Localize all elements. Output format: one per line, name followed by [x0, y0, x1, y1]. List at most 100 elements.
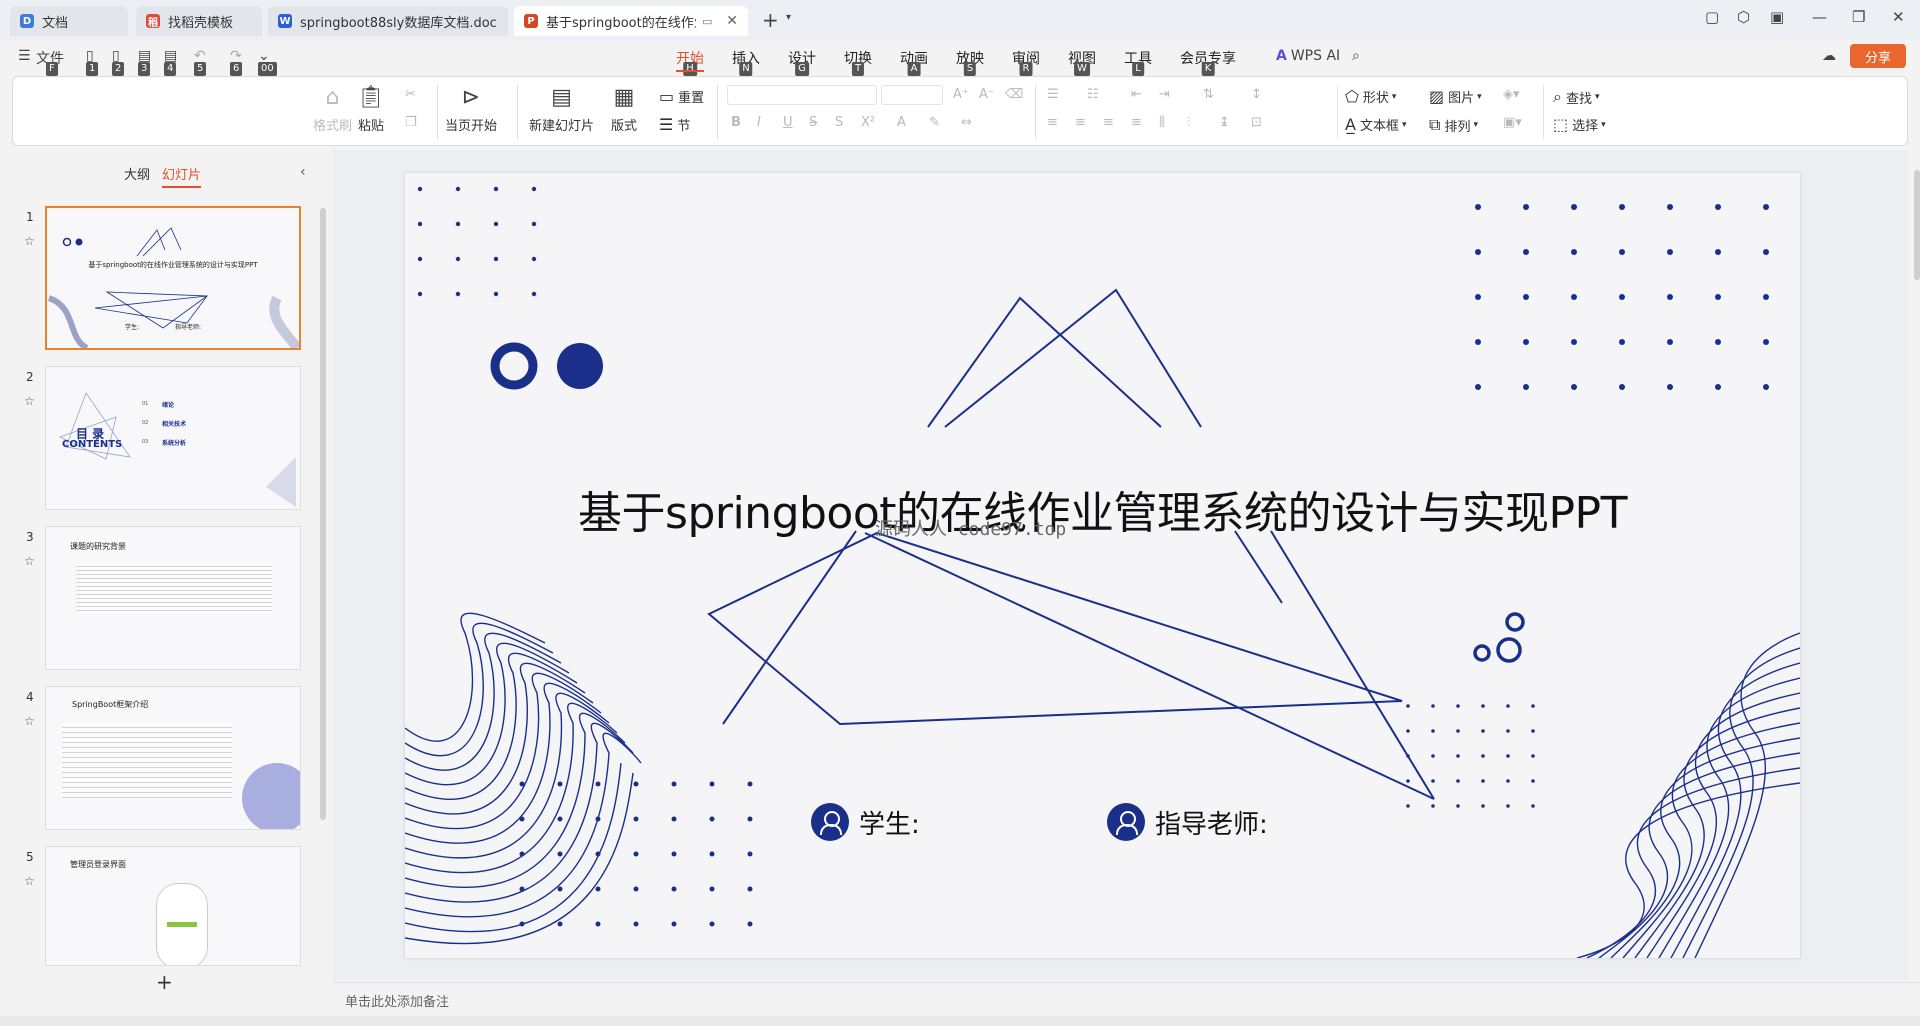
file-menu[interactable]: 文件 F	[36, 48, 64, 76]
notes-pane[interactable]: 单击此处添加备注	[333, 982, 1920, 1016]
clear-format-icon[interactable]: ⌫	[1005, 87, 1023, 102]
copy-icon[interactable]: ❐	[405, 115, 417, 130]
export-pdf-icon[interactable]: ▯ 2	[112, 48, 125, 76]
chevron-down-icon[interactable]: ▾	[786, 12, 791, 23]
tab-transition[interactable]: 切换 T	[844, 48, 872, 76]
tab-outline[interactable]: 大纲	[124, 164, 150, 183]
close-tab-icon[interactable]: ✕	[726, 13, 738, 29]
align-left-icon[interactable]: ≡	[1047, 115, 1058, 130]
star-icon[interactable]: ☆	[24, 874, 35, 888]
decrease-indent-icon[interactable]: ⇤	[1131, 87, 1142, 102]
add-slide-button[interactable]: +	[156, 970, 173, 994]
star-icon[interactable]: ☆	[24, 554, 35, 568]
minimize-icon[interactable]: —	[1812, 8, 1827, 26]
tab-animation[interactable]: 动画 A	[900, 48, 928, 76]
increase-indent-icon[interactable]: ⇥	[1159, 87, 1170, 102]
print-icon[interactable]: ▤ 3	[138, 48, 151, 76]
line-spacing-icon[interactable]: ↕	[1251, 87, 1262, 102]
textbox-button[interactable]: A̲ 文本框 ▾	[1345, 115, 1407, 134]
more-icon[interactable]: ⌄ 00	[258, 48, 277, 76]
tab-insert[interactable]: 插入 N	[732, 48, 760, 76]
tab-view[interactable]: 视图 W	[1068, 48, 1096, 76]
undo-icon[interactable]: ↶ 5	[194, 48, 207, 76]
text-direction-icon[interactable]: ⇅	[1203, 87, 1214, 102]
slide-thumbnail-4[interactable]: SpringBoot框架介绍	[45, 686, 301, 830]
editor-scrollbar[interactable]	[1914, 170, 1920, 280]
collapse-panel-icon[interactable]: ‹	[300, 164, 306, 180]
shadow-icon[interactable]: S	[835, 115, 843, 130]
paragraph-spacing-icon[interactable]: ↨	[1219, 115, 1230, 130]
shape-button[interactable]: ⬠ 形状 ▾	[1345, 87, 1396, 106]
print-preview-icon[interactable]: ▤ 4	[164, 48, 177, 76]
star-icon[interactable]: ☆	[24, 394, 35, 408]
current-slide[interactable]: 基于springboot的在线作业管理系统的设计与实现PPT 源码人人 code…	[405, 173, 1800, 958]
tab-slides[interactable]: 幻灯片	[162, 164, 202, 188]
tab-slideshow[interactable]: 放映 S	[956, 48, 984, 76]
bold-icon[interactable]: B	[731, 115, 741, 130]
slide-thumbnail-3[interactable]: 课题的研究背景	[45, 526, 301, 670]
panel-scrollbar[interactable]	[320, 208, 326, 820]
select-button[interactable]: ⬚ 选择 ▾	[1553, 115, 1606, 134]
slide-thumbnail-5[interactable]: 管理员登录界面	[45, 846, 301, 966]
tab-docs[interactable]: D 文档	[10, 6, 128, 36]
align-center-icon[interactable]: ≡	[1075, 115, 1086, 130]
tab-member[interactable]: 会员专享 K	[1180, 48, 1236, 76]
slide-title[interactable]: 基于springboot的在线作业管理系统的设计与实现PPT	[405, 477, 1800, 541]
share-button[interactable]: 分享	[1850, 44, 1906, 68]
tab-tools[interactable]: 工具 L	[1124, 48, 1152, 76]
underline-icon[interactable]: U	[783, 115, 793, 130]
avatar[interactable]: ▣	[1770, 8, 1784, 26]
superscript-icon[interactable]: X²	[861, 115, 875, 130]
tab-review[interactable]: 审阅 R	[1012, 48, 1040, 76]
teacher-field[interactable]: 指导老师:	[1107, 803, 1268, 841]
tab-word-doc[interactable]: W springboot88sly数据库文档.doc	[268, 6, 508, 36]
wps-ai-button[interactable]: A WPS AI	[1276, 48, 1340, 64]
layout-icon[interactable]: ▢	[1705, 8, 1719, 26]
search-icon[interactable]: ⌕	[1352, 48, 1360, 64]
star-icon[interactable]: ☆	[24, 714, 35, 728]
save-icon[interactable]: ▯ 1	[86, 48, 99, 76]
justify-icon[interactable]: ≡	[1131, 115, 1142, 130]
highlight-icon[interactable]: ✎	[929, 115, 940, 130]
slide-thumbnail-1[interactable]: 基于springboot的在线作业管理系统的设计与实现PPT 学生: 指导老师:	[45, 206, 301, 350]
outline-icon[interactable]: ▣▾	[1503, 115, 1522, 130]
tab-ppt-active[interactable]: P 基于springboot的在线作业 ▭ ✕	[514, 6, 748, 36]
font-grow-icon[interactable]: A⁺	[953, 87, 969, 102]
hamburger-icon[interactable]: ☰	[18, 48, 31, 64]
bullets-icon[interactable]: ☰	[1047, 87, 1059, 102]
char-spacing-icon[interactable]: ⇔	[961, 115, 972, 130]
find-button[interactable]: ⌕ 查找 ▾	[1553, 87, 1600, 107]
tab-docer[interactable]: 稻 找稻壳模板	[136, 6, 262, 36]
align-right-icon[interactable]: ≡	[1103, 115, 1114, 130]
column-icon[interactable]: ⫶	[1187, 115, 1190, 130]
section-button[interactable]: ☰ 节	[659, 115, 690, 134]
font-shrink-icon[interactable]: A⁻	[979, 87, 995, 102]
numbering-icon[interactable]: ☷	[1087, 87, 1099, 102]
close-window-icon[interactable]: ✕	[1892, 8, 1905, 26]
cloud-upload-icon[interactable]: ☁	[1822, 48, 1836, 64]
cut-icon[interactable]: ✂	[405, 87, 416, 102]
redo-icon[interactable]: ↷ 6	[230, 48, 243, 76]
slide-thumbnail-2[interactable]: 目 录 CONTENTS 01 绪论 02 相关技术 03 系统分析	[45, 366, 301, 510]
reset-button[interactable]: ▭ 重置	[659, 87, 704, 106]
italic-icon[interactable]: I	[757, 115, 761, 130]
strikethrough-icon[interactable]: S	[809, 115, 817, 130]
new-slide-button[interactable]: ▤ 新建幻灯片	[529, 85, 594, 134]
picture-button[interactable]: ▨ 图片 ▾	[1429, 87, 1482, 106]
cube-icon[interactable]: ⬡	[1737, 8, 1750, 26]
font-color-icon[interactable]: A	[897, 115, 906, 130]
font-family-select[interactable]	[727, 85, 877, 105]
fill-icon[interactable]: ◈▾	[1503, 87, 1520, 102]
font-size-select[interactable]	[881, 85, 943, 105]
format-painter-button[interactable]: ⌂ 格式刷	[313, 85, 352, 134]
paste-button[interactable]: 📋︎ 粘贴	[357, 85, 385, 134]
tab-home[interactable]: 开始 H	[676, 48, 704, 76]
play-current-button[interactable]: ⊳ 当页开始	[445, 85, 497, 134]
restore-icon[interactable]: ❐	[1852, 8, 1865, 26]
tab-design[interactable]: 设计 G	[788, 48, 816, 76]
distribute-icon[interactable]: ⫼	[1159, 115, 1165, 130]
new-tab-icon[interactable]: +	[762, 8, 779, 32]
layout-button[interactable]: ▦ 版式	[611, 85, 637, 134]
text-box-align-icon[interactable]: ⊡	[1251, 115, 1262, 130]
arrange-button[interactable]: ⧉ 排列 ▾	[1429, 115, 1478, 135]
